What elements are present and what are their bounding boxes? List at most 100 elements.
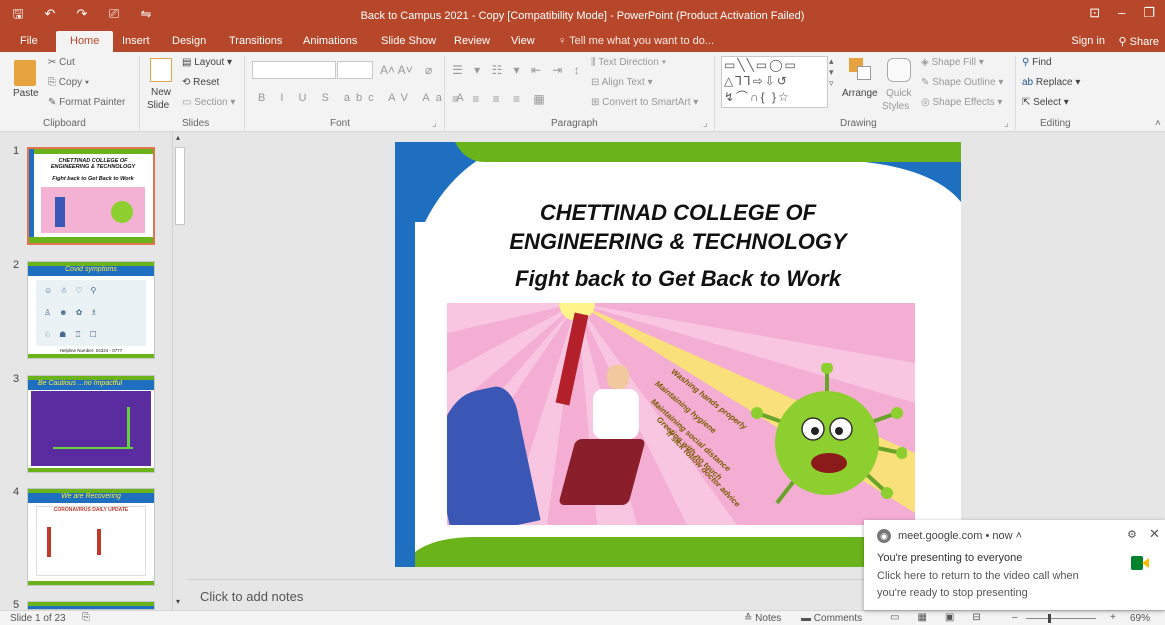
group-label-clipboard: Clipboard: [43, 118, 86, 129]
zoom-slider[interactable]: [1026, 618, 1096, 619]
tell-me-box[interactable]: ♀ Tell me what you want to do...: [558, 35, 714, 47]
layout-button[interactable]: ▤ Layout ▾: [182, 57, 232, 68]
reset-button[interactable]: ⟲ Reset: [182, 77, 219, 88]
find-button[interactable]: ⚲ Find: [1022, 57, 1052, 68]
view-buttons[interactable]: ▭▦▣⊟: [890, 612, 999, 623]
new-slide-button-label[interactable]: Slide: [147, 100, 169, 111]
replace-button[interactable]: ab Replace ▾: [1022, 77, 1080, 88]
symptom-icons: ☺☃♡⚲ ♙☻✿♗ ♘☗♖☐: [44, 286, 106, 339]
new-slide-button[interactable]: New: [151, 87, 171, 98]
thumbnail-slide-4[interactable]: We are Recovering CORONAVIRUS DAILY UPDA…: [27, 488, 155, 586]
quick-styles-button-label[interactable]: Styles: [882, 101, 909, 112]
slide-title[interactable]: CHETTINAD COLLEGE OF ENGINEERING & TECHN…: [395, 198, 961, 256]
green-top-band: [455, 142, 961, 162]
meet-notification[interactable]: ◉ meet.google.com • now ˄ ⚙ ✕ You're pre…: [864, 520, 1165, 610]
scroll-down-icon[interactable]: ▾: [176, 597, 180, 606]
shape-outline-button[interactable]: ✎ Shape Outline ▾: [921, 77, 1003, 88]
scrollbar-thumb[interactable]: [175, 147, 185, 225]
section-button[interactable]: ▭ Section ▾: [182, 97, 235, 108]
font-style-buttons[interactable]: B I U S abc AV Aa A: [258, 92, 470, 104]
ribbon-display-icon[interactable]: ⊡: [1089, 5, 1100, 21]
list-buttons[interactable]: ☰ ▾ ☷ ▾ ⇤ ⇥ ↕: [452, 63, 584, 77]
collapse-ribbon-icon[interactable]: ˄: [1155, 118, 1161, 129]
zoom-slider-thumb[interactable]: [1048, 614, 1051, 623]
brush-icon: ✎: [48, 97, 60, 108]
undo-icon[interactable]: ↶: [42, 6, 58, 22]
notes-icon: ≙: [744, 613, 756, 624]
font-size-buttons[interactable]: A˄ A˅: [380, 63, 413, 77]
close-icon[interactable]: ✕: [1149, 526, 1160, 542]
format-painter-button[interactable]: ✎ Format Painter: [48, 97, 125, 108]
alignment-buttons[interactable]: ≡ ≡ ≡ ≡ ▦: [452, 92, 550, 106]
settings-icon[interactable]: ⚙: [1127, 528, 1137, 541]
shape-fill-button[interactable]: ◈ Shape Fill ▾: [921, 57, 984, 68]
sign-in-link[interactable]: Sign in: [1071, 35, 1105, 47]
notes-toggle[interactable]: ≙ Notes: [744, 613, 781, 624]
quick-styles-icon[interactable]: [887, 58, 911, 82]
thumb-footer: Helpline Number: 04324 - 0777: [59, 348, 123, 353]
thumbnail-slide-2[interactable]: Covid symptoms ☺☃♡⚲ ♙☻✿♗ ♘☗♖☐ Helpline Num…: [27, 261, 155, 359]
clear-format-icon[interactable]: ⌀: [425, 63, 432, 77]
ribbon-tabs: File Home Insert Design Transitions Anim…: [0, 31, 1165, 52]
thumbnail-slide-3[interactable]: Be Cautious ...no Impactful: [27, 375, 155, 473]
tab-transitions[interactable]: Transitions: [229, 35, 282, 47]
thumb-subtitle: Fight back to Get Back to Work: [52, 176, 134, 182]
save-icon[interactable]: 🖫: [10, 6, 26, 22]
slide-1[interactable]: CHETTINAD COLLEGE OF ENGINEERING & TECHN…: [395, 142, 961, 567]
redo-icon[interactable]: ↷: [74, 6, 90, 22]
thumbnails-scrollbar[interactable]: ▴ ▾: [172, 133, 187, 610]
arrange-front-shape: [857, 66, 871, 80]
spell-check-icon[interactable]: ⎘: [82, 612, 90, 623]
minimize-icon[interactable]: –: [1118, 5, 1125, 21]
tab-design[interactable]: Design: [172, 35, 206, 47]
new-slide-icon[interactable]: [150, 58, 172, 82]
arrange-button[interactable]: Arrange: [842, 88, 878, 99]
drawing-dialog-launcher-icon[interactable]: ⌟: [1004, 118, 1009, 129]
tab-view[interactable]: View: [511, 35, 535, 47]
tab-file[interactable]: File: [20, 35, 38, 47]
scroll-up-icon[interactable]: ▴: [176, 133, 180, 142]
comments-toggle[interactable]: ▬ Comments: [801, 613, 862, 624]
shape-effects-button[interactable]: ◎ Shape Effects ▾: [921, 97, 1002, 108]
zoom-out-icon[interactable]: –: [1012, 612, 1018, 623]
smartart-icon: ⊞: [591, 97, 603, 108]
tab-slide-show[interactable]: Slide Show: [381, 35, 436, 47]
scissors-icon: ✂: [48, 57, 60, 68]
cut-button[interactable]: ✂ Cut: [48, 57, 75, 68]
paste-button[interactable]: Paste: [13, 88, 39, 99]
paste-icon[interactable]: [14, 60, 36, 86]
notes-pane[interactable]: Click to add notes: [188, 579, 868, 610]
tab-insert[interactable]: Insert: [122, 35, 150, 47]
shapes-gallery[interactable]: ▭╲╲▭◯▭ △⅂⅂⇨⇩↺ ↯⌒∩{ }☆: [721, 56, 828, 108]
zoom-in-icon[interactable]: +: [1110, 612, 1116, 623]
select-button[interactable]: ⇱ Select ▾: [1022, 97, 1069, 108]
tab-animations[interactable]: Animations: [303, 35, 357, 47]
slide-illustration[interactable]: Washing hands properly Maintaining hygie…: [447, 303, 915, 525]
copy-button[interactable]: ⎘ Copy ▾: [48, 77, 89, 88]
thumbnail-slide-1[interactable]: CHETTINAD COLLEGE OF ENGINEERING & TECHN…: [27, 147, 155, 245]
virus-icon: [111, 201, 133, 223]
restore-icon[interactable]: ❐: [1143, 5, 1155, 21]
text-direction-button[interactable]: ⫼ Text Direction ▾: [591, 57, 666, 68]
font-dialog-launcher-icon[interactable]: ⌟: [432, 118, 437, 129]
customize-qat-icon[interactable]: ⇋: [138, 6, 154, 22]
slide-subtitle[interactable]: Fight back to Get Back to Work: [395, 266, 961, 292]
quick-styles-button[interactable]: Quick: [886, 88, 912, 99]
shapes-gallery-scroll[interactable]: ▴ ▾ ▿: [829, 56, 834, 89]
arrange-icon[interactable]: [849, 58, 873, 82]
font-family-combo[interactable]: [252, 61, 336, 79]
present-icon[interactable]: ⎚: [106, 6, 122, 22]
section-icon: ▭: [182, 97, 195, 108]
zoom-level[interactable]: 69%: [1130, 613, 1150, 624]
share-button[interactable]: ⚲ Share: [1119, 35, 1159, 48]
chart-bar: [47, 527, 51, 557]
align-text-button[interactable]: ⊟ Align Text ▾: [591, 77, 653, 88]
tab-review[interactable]: Review: [454, 35, 490, 47]
paragraph-dialog-launcher-icon[interactable]: ⌟: [703, 118, 708, 129]
thumbnail-slide-5[interactable]: [27, 601, 155, 610]
font-size-combo[interactable]: [337, 61, 373, 79]
convert-smartart-button[interactable]: ⊞ Convert to SmartArt ▾: [591, 97, 698, 108]
effects-icon: ◎: [921, 97, 933, 108]
notification-source: meet.google.com • now ˄: [898, 530, 1023, 542]
tab-home[interactable]: Home: [56, 31, 114, 52]
